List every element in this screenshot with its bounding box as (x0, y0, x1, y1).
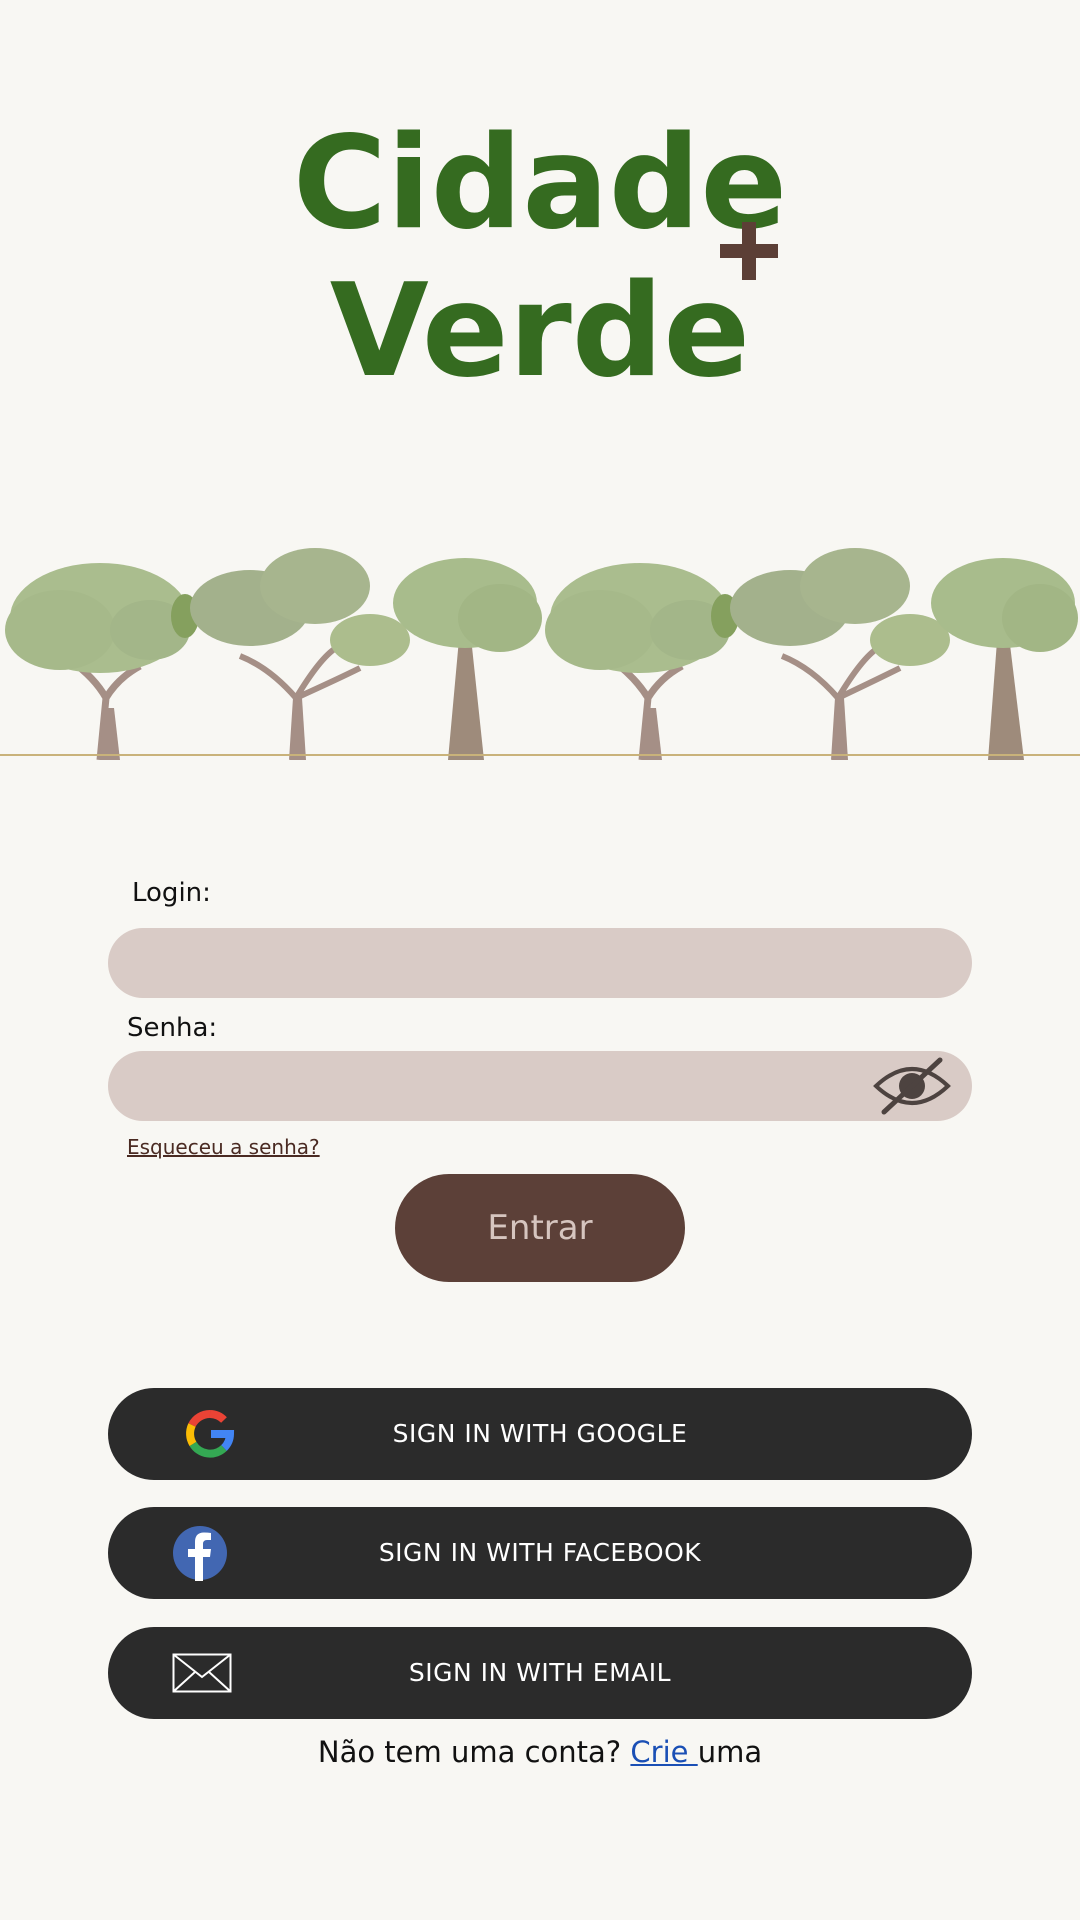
tree-6 (931, 558, 1078, 760)
password-input[interactable] (108, 1051, 972, 1121)
facebook-signin-label: SIGN IN WITH FACEBOOK (378, 1538, 702, 1567)
tree-5 (730, 548, 950, 760)
trees-illustration (0, 548, 1080, 760)
password-label: Senha: (127, 1013, 218, 1043)
login-input[interactable] (108, 928, 972, 998)
logo-word-cidade: Cidade (292, 109, 788, 258)
login-label: Login: (132, 878, 211, 908)
google-signin-button[interactable]: SIGN IN WITH GOOGLE (108, 1388, 972, 1480)
google-signin-label: SIGN IN WITH GOOGLE (392, 1419, 688, 1448)
tree-2 (190, 548, 410, 760)
tree-3 (393, 558, 542, 760)
signup-prompt: Não tem uma conta? Crie uma (0, 1735, 1080, 1769)
eye-slash-icon[interactable] (872, 1056, 952, 1116)
tree-1 (5, 563, 199, 760)
email-signin-button[interactable]: SIGN IN WITH EMAIL (108, 1627, 972, 1719)
enter-button[interactable]: Entrar (395, 1174, 685, 1282)
email-signin-label: SIGN IN WITH EMAIL (408, 1658, 672, 1687)
forgot-password-link[interactable]: Esqueceu a senha? (127, 1135, 320, 1159)
logo-word-verde: Verde (329, 257, 751, 406)
app-logo: Cidade Verde (0, 110, 1080, 406)
tree-4 (545, 563, 739, 760)
signup-prefix: Não tem uma conta? (317, 1735, 631, 1769)
signup-link[interactable]: Crie (630, 1735, 697, 1769)
signup-suffix: uma (697, 1735, 763, 1769)
logo-plus-icon (720, 222, 778, 280)
facebook-signin-button[interactable]: SIGN IN WITH FACEBOOK (108, 1507, 972, 1599)
